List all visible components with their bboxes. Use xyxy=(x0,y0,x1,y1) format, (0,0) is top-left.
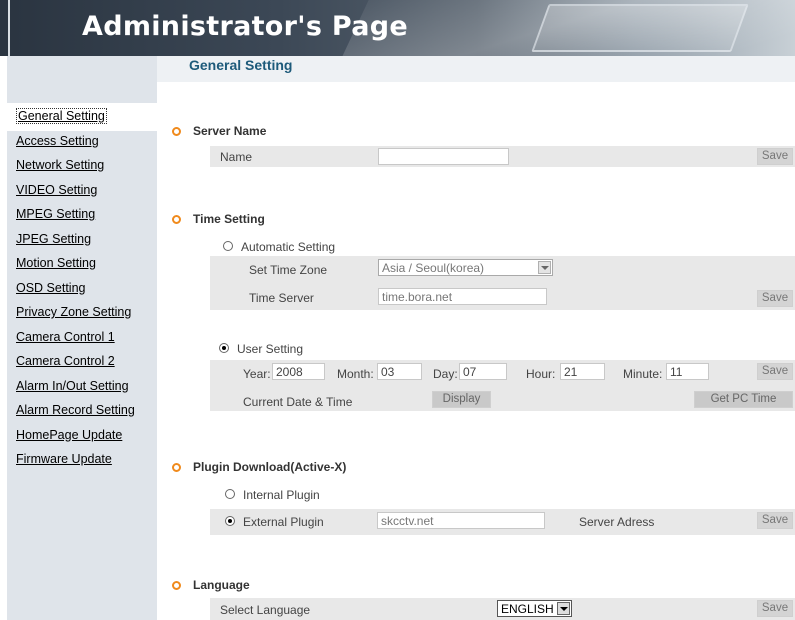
user-setting-radio[interactable] xyxy=(219,343,229,353)
month-label: Month: xyxy=(337,367,374,381)
sidebar-item-jpeg-setting[interactable]: JPEG Setting xyxy=(7,229,157,254)
plugin-save-button[interactable]: Save xyxy=(757,512,793,529)
bullet-icon xyxy=(172,581,181,590)
language-select[interactable]: ENGLISH xyxy=(497,600,572,617)
time-server-save-button[interactable]: Save xyxy=(757,290,793,307)
sidebar-item-video-setting[interactable]: VIDEO Setting xyxy=(7,180,157,205)
section-title-text: Time Setting xyxy=(193,212,265,226)
current-date-time-label: Current Date & Time xyxy=(243,395,353,409)
section-language: Language xyxy=(172,578,250,592)
sidebar-item-alarm-in-out-setting[interactable]: Alarm In/Out Setting xyxy=(7,376,157,401)
get-pc-time-button[interactable]: Get PC Time xyxy=(694,391,793,408)
internal-plugin-label: Internal Plugin xyxy=(243,488,320,502)
name-label: Name xyxy=(220,150,253,164)
chevron-down-icon xyxy=(557,602,570,615)
external-plugin-radio[interactable] xyxy=(225,516,235,526)
timezone-label: Set Time Zone xyxy=(249,263,328,277)
year-label: Year: xyxy=(243,367,271,381)
chevron-down-icon xyxy=(538,261,551,274)
year-input[interactable] xyxy=(272,363,325,380)
time-server-input[interactable] xyxy=(378,288,547,305)
sidebar-item-general-setting[interactable]: General Setting xyxy=(7,106,157,131)
automatic-setting-radio[interactable] xyxy=(223,241,233,251)
sidebar-item-mpeg-setting[interactable]: MPEG Setting xyxy=(7,204,157,229)
page-title: General Setting xyxy=(189,57,293,73)
section-server-name: Server Name xyxy=(172,124,266,138)
bullet-icon xyxy=(172,127,181,136)
timezone-value: Asia / Seoul(korea) xyxy=(382,261,485,275)
sidebar-item-label: General Setting xyxy=(16,108,107,124)
hour-label: Hour: xyxy=(526,367,556,381)
server-address-label: Server Adress xyxy=(579,515,655,529)
language-save-button[interactable]: Save xyxy=(757,600,793,617)
day-label: Day: xyxy=(433,367,458,381)
sidebar-menu: General Setting Access Setting Network S… xyxy=(7,106,157,474)
language-value: ENGLISH xyxy=(501,602,554,616)
month-input[interactable] xyxy=(377,363,422,380)
hour-input[interactable] xyxy=(560,363,605,380)
bullet-icon xyxy=(172,215,181,224)
sidebar-item-firmware-update[interactable]: Firmware Update xyxy=(7,449,157,474)
section-time-setting: Time Setting xyxy=(172,212,265,226)
sidebar-item-alarm-record-setting[interactable]: Alarm Record Setting xyxy=(7,400,157,425)
sidebar-item-privacy-zone-setting[interactable]: Privacy Zone Setting xyxy=(7,302,157,327)
sidebar-item-camera-control-1[interactable]: Camera Control 1 xyxy=(7,327,157,352)
bullet-icon xyxy=(172,463,181,472)
minute-label: Minute: xyxy=(623,367,663,381)
select-language-label: Select Language xyxy=(220,603,311,617)
user-setting-save-button[interactable]: Save xyxy=(757,363,793,380)
minute-input[interactable] xyxy=(666,363,709,380)
header-banner: Administrator's Page xyxy=(0,0,795,56)
user-setting-label: User Setting xyxy=(237,342,304,356)
banner-frame-line xyxy=(8,0,10,56)
display-button[interactable]: Display xyxy=(432,391,491,408)
app-title: Administrator's Page xyxy=(82,11,409,42)
sidebar-item-camera-control-2[interactable]: Camera Control 2 xyxy=(7,351,157,376)
external-plugin-label: External Plugin xyxy=(243,515,324,529)
sidebar-item-network-setting[interactable]: Network Setting xyxy=(7,155,157,180)
section-title-text: Language xyxy=(193,578,250,592)
sidebar-item-osd-setting[interactable]: OSD Setting xyxy=(7,278,157,303)
sidebar-item-homepage-update[interactable]: HomePage Update xyxy=(7,425,157,450)
section-title-text: Server Name xyxy=(193,124,267,138)
plugin-server-input[interactable] xyxy=(377,512,545,529)
section-plugin-download: Plugin Download(Active-X) xyxy=(172,460,346,474)
laptop-graphic xyxy=(531,4,749,52)
internal-plugin-radio[interactable] xyxy=(225,489,235,499)
server-name-save-button[interactable]: Save xyxy=(757,148,793,165)
sidebar-item-motion-setting[interactable]: Motion Setting xyxy=(7,253,157,278)
timezone-select[interactable]: Asia / Seoul(korea) xyxy=(378,259,553,276)
day-input[interactable] xyxy=(459,363,507,380)
section-title-text: Plugin Download(Active-X) xyxy=(193,460,347,474)
server-name-input[interactable] xyxy=(378,148,509,165)
automatic-setting-label: Automatic Setting xyxy=(241,240,336,254)
sidebar-item-access-setting[interactable]: Access Setting xyxy=(7,131,157,156)
time-server-label: Time Server xyxy=(249,291,314,305)
